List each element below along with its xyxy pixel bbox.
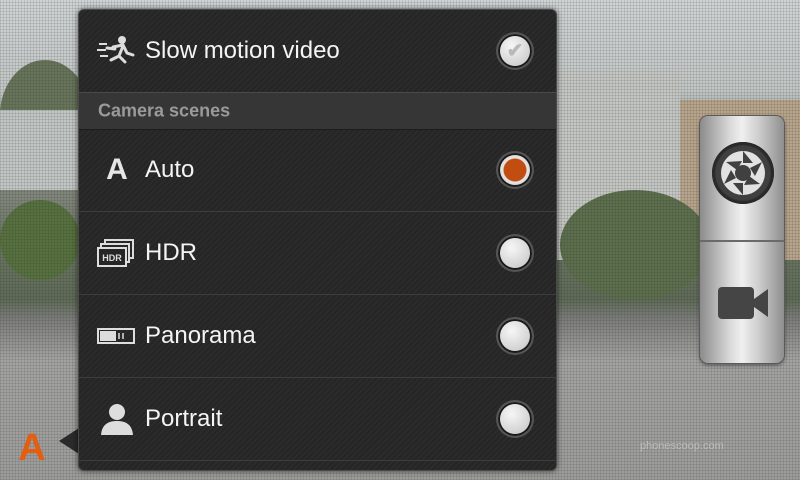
scene-label: HDR [145,239,197,266]
slow-motion-label: Slow motion video [145,37,340,64]
scene-radio-hdr[interactable] [498,236,532,270]
scene-radio-portrait[interactable] [498,402,532,436]
slow-motion-video-option[interactable]: Slow motion video ✔ [79,10,556,93]
capture-divider [700,240,784,242]
slow-motion-checkbox[interactable]: ✔ [498,34,532,68]
slow-motion-runner-icon [97,34,137,68]
scene-radio-auto[interactable] [498,153,532,187]
scene-option-portrait[interactable]: Portrait [79,378,556,461]
svg-text:HDR: HDR [102,253,122,263]
shutter-button[interactable] [712,142,774,204]
menu-pointer [59,428,79,454]
scene-label: Portrait [145,405,223,432]
auto-scene-icon: A [106,153,128,186]
panorama-icon [97,319,137,353]
camera-scenes-header: Camera scenes [79,92,556,130]
scene-option-panorama[interactable]: Panorama [79,295,556,378]
portrait-icon [97,402,137,436]
scene-mode-indicator[interactable]: A [12,428,52,468]
camera-scenes-title: Camera scenes [98,100,231,121]
scene-option-hdr[interactable]: HDR HDR [79,212,556,295]
scene-label: Auto [145,156,195,183]
scene-radio-panorama[interactable] [498,319,532,353]
watermark: phonescoop.com [640,440,724,452]
video-camera-icon [718,287,768,319]
video-record-button[interactable] [712,278,774,328]
scene-label: Panorama [145,322,256,349]
hdr-icon: HDR [97,236,137,270]
camera-settings-popup: Slow motion video ✔ Camera scenes A Auto… [78,9,557,471]
aperture-icon [716,146,770,200]
scene-option-auto[interactable]: A Auto [79,129,556,212]
